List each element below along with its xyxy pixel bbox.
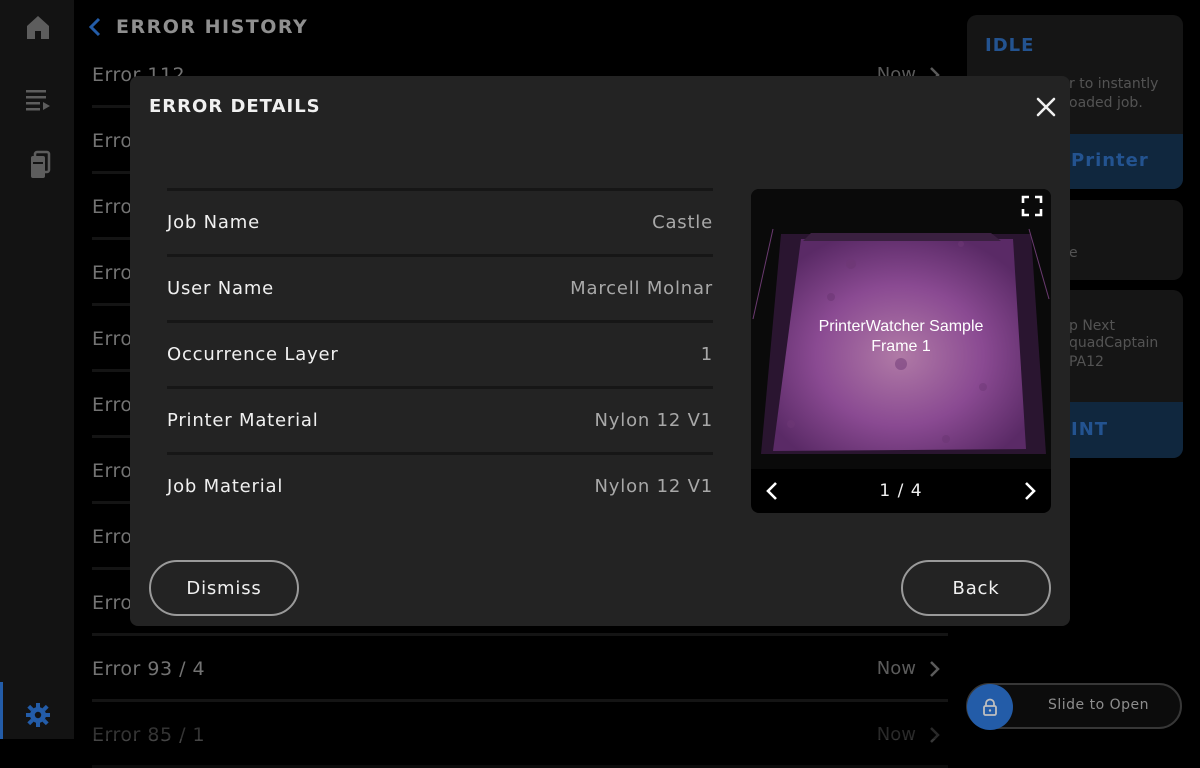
error-details-modal: ERROR DETAILS Job Name Castle User Name … [130, 76, 1070, 626]
chevron-right-icon[interactable] [1023, 481, 1037, 501]
frame-caption: PrinterWatcher Sample Frame 1 [751, 317, 1051, 357]
detail-value: Castle [652, 212, 713, 233]
frame-counter: 1 / 4 [879, 481, 923, 501]
detail-row-printer-material: Printer Material Nylon 12 V1 [167, 386, 713, 452]
detail-value: Nylon 12 V1 [594, 476, 713, 497]
back-button[interactable]: Back [901, 560, 1051, 616]
detail-value: Marcell Molnar [570, 278, 713, 299]
detail-label: User Name [167, 278, 275, 299]
frame-navigation: 1 / 4 [751, 471, 1051, 513]
detail-label: Occurrence Layer [167, 344, 339, 365]
detail-value: 1 [700, 344, 713, 365]
dismiss-button[interactable]: Dismiss [149, 560, 299, 616]
detail-value: Nylon 12 V1 [594, 410, 713, 431]
close-icon[interactable] [1033, 94, 1059, 120]
frame-caption-line2: Frame 1 [871, 338, 931, 355]
detail-label: Job Name [167, 212, 260, 233]
frame-viewer: PrinterWatcher Sample Frame 1 1 / 4 [751, 189, 1051, 513]
detail-label: Printer Material [167, 410, 319, 431]
detail-row-occurrence-layer: Occurrence Layer 1 [167, 320, 713, 386]
frame-caption-line1: PrinterWatcher Sample [818, 318, 984, 335]
modal-title: ERROR DETAILS [149, 96, 321, 117]
detail-row-job-material: Job Material Nylon 12 V1 [167, 452, 713, 518]
detail-row-job-name: Job Name Castle [167, 188, 713, 254]
detail-list: Job Name Castle User Name Marcell Molnar… [167, 188, 713, 518]
detail-label: Job Material [167, 476, 284, 497]
detail-row-user-name: User Name Marcell Molnar [167, 254, 713, 320]
fullscreen-icon[interactable] [1021, 195, 1043, 217]
